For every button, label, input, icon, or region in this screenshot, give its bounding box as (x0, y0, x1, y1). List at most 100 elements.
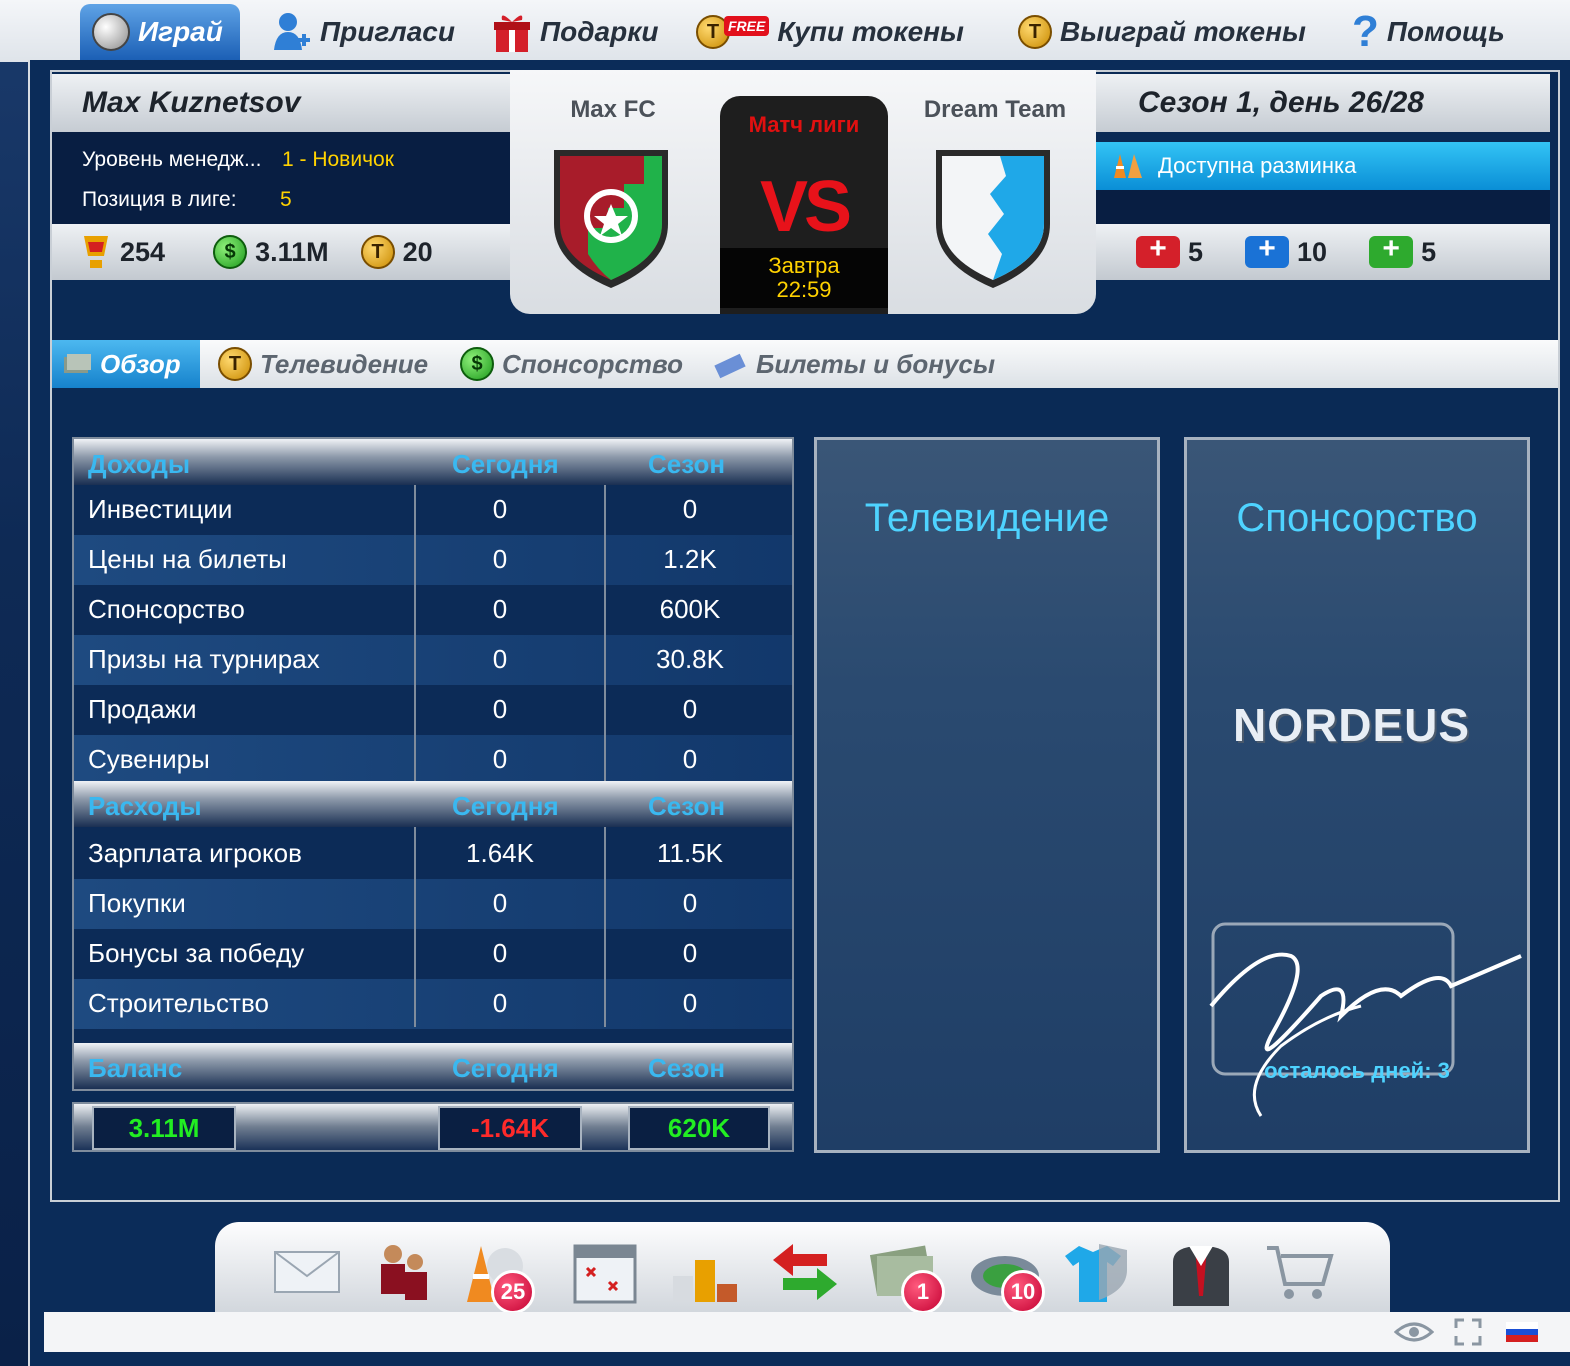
token-icon: T (218, 347, 252, 381)
blue-medkit[interactable]: 10 (1245, 232, 1328, 268)
stadium-badge: 10 (1001, 1270, 1045, 1314)
eye-icon[interactable] (1394, 1320, 1434, 1344)
tv-panel[interactable]: Телевидение (814, 437, 1160, 1153)
row-today: 0 (492, 744, 508, 774)
trophy-icon (84, 236, 108, 268)
green-medkit-count: 5 (1421, 236, 1437, 267)
home-team-name: Max FC (570, 96, 656, 123)
nav-win-tokens-label: Выиграй токены (1060, 16, 1306, 47)
tab-tv[interactable]: T Телевидение (208, 340, 438, 388)
nav-buy-tokens[interactable]: T FREE Купи токены (684, 4, 976, 60)
row-today: 0 (492, 888, 508, 918)
league-table-icon[interactable] (669, 1236, 741, 1308)
squad-icon[interactable] (369, 1236, 441, 1308)
tab-tickets[interactable]: Билеты и бонусы (704, 340, 1005, 388)
match-day: Завтра (768, 253, 840, 278)
mail-icon[interactable] (271, 1236, 343, 1308)
today-header: Сегодня (452, 791, 559, 821)
row-label: Строительство (88, 988, 269, 1018)
table-row: Спонсорство 0 600K (74, 585, 792, 635)
calendar-icon[interactable] (569, 1236, 641, 1308)
fullscreen-icon[interactable] (1454, 1318, 1482, 1346)
away-team-crest-icon (936, 150, 1050, 288)
income-header: Доходы (88, 449, 191, 479)
table-row: Сувениры 0 0 (74, 735, 792, 785)
top-navigation: Играй Пригласи Подарки T FREE Купи токен… (0, 0, 1570, 62)
nav-gifts[interactable]: Подарки (480, 4, 671, 60)
tab-overview[interactable]: Обзор (52, 340, 200, 388)
row-season: 0 (682, 988, 698, 1018)
finance-tabs: Обзор T Телевидение $ Спонсорство Билеты… (52, 340, 1558, 388)
nav-invite[interactable]: Пригласи (260, 4, 467, 60)
tokens-value: 20 (402, 236, 433, 267)
row-today: 0 (492, 694, 508, 724)
row-season: 0 (682, 938, 698, 968)
warmup-available[interactable]: Доступна разминка (1096, 142, 1550, 190)
table-row: Строительство 0 0 (74, 979, 792, 1029)
tokens-stat[interactable]: T 20 (360, 235, 433, 269)
trophies-value: 254 (120, 236, 166, 267)
row-season: 0 (682, 694, 698, 724)
nav-play[interactable]: Играй (80, 4, 240, 60)
transfers-icon[interactable] (769, 1236, 841, 1308)
sponsor-logo: NORDEUS (1233, 699, 1471, 751)
money-stat[interactable]: $ 3.11M (213, 235, 329, 269)
shop-icon[interactable] (1263, 1236, 1335, 1308)
row-season: 600K (659, 594, 721, 624)
column-divider (604, 827, 606, 1027)
add-user-icon (274, 13, 310, 50)
nav-play-label: Играй (138, 16, 223, 47)
tab-tv-label: Телевидение (260, 348, 429, 379)
balance-header: Баланс (88, 1053, 183, 1083)
stadium-icon[interactable]: 10 (969, 1236, 1045, 1314)
home-team-crest-icon (554, 150, 668, 288)
expenses-header-row: Расходы Сегодня Сезон (74, 781, 792, 827)
finances-icon[interactable]: 1 (869, 1236, 945, 1314)
signature-icon (1209, 922, 1522, 1117)
finance-table: Доходы Сегодня Сезон Инвестиции 0 0 Цены на… (72, 437, 794, 1091)
tab-sponsorship[interactable]: $ Спонсорство (450, 340, 693, 388)
green-medkit[interactable]: 5 (1369, 232, 1437, 268)
position-label: Позиция в лиге: (82, 188, 237, 211)
trophies-stat[interactable]: 254 (80, 234, 165, 270)
tab-overview-label: Обзор (100, 348, 181, 379)
contract-days-left: осталось дней: 3 (1264, 1058, 1450, 1083)
row-label: Инвестиции (88, 494, 233, 524)
manager-stats: 254 $ 3.11M T 20 (52, 224, 510, 280)
row-today: 0 (492, 494, 508, 524)
row-season: 0 (682, 744, 698, 774)
nav-buy-tokens-label: Купи токены (777, 16, 964, 47)
row-today: 1.64K (466, 838, 534, 868)
tab-tickets-label: Билеты и бонусы (756, 348, 996, 379)
nav-help[interactable]: ? Помощь (1340, 4, 1517, 60)
row-label: Покупки (88, 888, 186, 918)
club-kit-icon[interactable] (1059, 1236, 1131, 1308)
row-season: 1.2K (663, 544, 717, 574)
red-medkit[interactable]: 5 (1136, 232, 1203, 268)
row-season: 0 (682, 494, 698, 524)
nav-help-label: Помощь (1386, 16, 1505, 47)
russian-flag-icon[interactable] (1506, 1322, 1538, 1342)
manager-icon[interactable] (1165, 1236, 1237, 1308)
gift-icon (494, 15, 530, 52)
table-row: Зарплата игроков 1.64K 11.5K (74, 829, 792, 879)
tv-panel-title: Телевидение (864, 496, 1110, 540)
warmup-label: Доступна разминка (1158, 153, 1357, 178)
blue-medkit-count: 10 (1297, 236, 1328, 267)
row-today: 0 (492, 644, 508, 674)
row-label: Призы на турнирах (88, 644, 320, 674)
column-divider (414, 827, 416, 1027)
money-stack-icon (64, 354, 91, 373)
dollar-coin-icon: $ (213, 235, 248, 269)
money-value: 3.11M (255, 236, 329, 267)
training-icon[interactable]: 25 (459, 1236, 535, 1314)
vs-panel: Матч лиги VS Завтра 22:59 (720, 96, 888, 314)
table-row: Инвестиции 0 0 (74, 485, 792, 535)
position-value: 5 (280, 188, 292, 211)
nav-win-tokens[interactable]: T Выиграй токены (1006, 4, 1318, 60)
season-header: Сезон (648, 449, 726, 479)
match-type: Матч лиги (748, 112, 860, 137)
footer-bar (44, 1312, 1570, 1352)
column-divider (414, 485, 416, 781)
sponsorship-panel[interactable]: Спонсорство NORDEUS осталось дней: 3 (1184, 437, 1530, 1153)
